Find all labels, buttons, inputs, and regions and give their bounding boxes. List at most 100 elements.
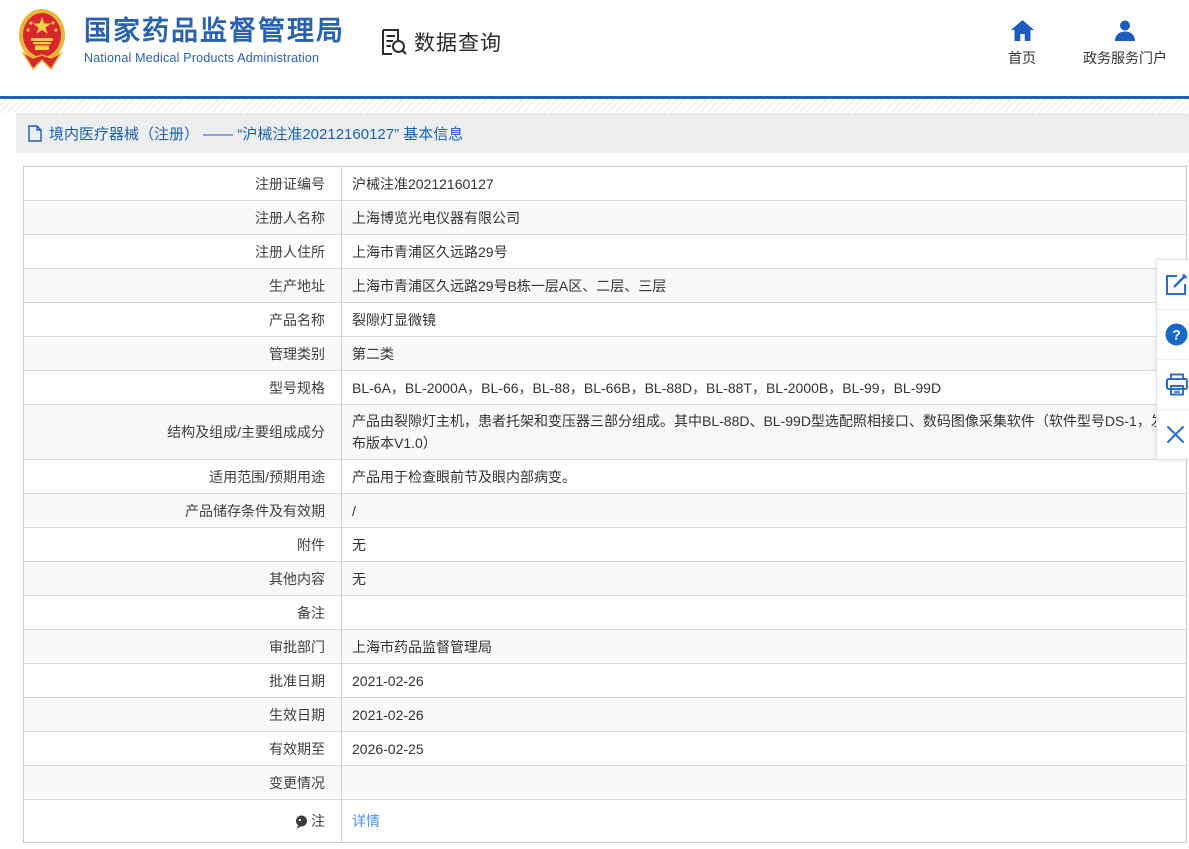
home-icon — [1010, 20, 1034, 41]
row-value: 沪械注准20212160127 — [342, 167, 1186, 200]
row-label: 生产地址 — [24, 269, 342, 302]
row-value-text: 沪械注准20212160127 — [352, 175, 494, 192]
national-emblem-icon — [18, 8, 66, 72]
registration-info-table: 注册证编号 沪械注准20212160127 注册人名称 上海博览光电仪器有限公司 注册人… — [23, 166, 1187, 843]
nav-item-home[interactable]: 首页 — [999, 20, 1045, 68]
row-label: 其他内容 — [24, 562, 342, 595]
table-row: 注册人名称 上海博览光电仪器有限公司 — [24, 200, 1186, 234]
row-label: 注册人名称 — [24, 201, 342, 234]
header: 国家药品监督管理局 National Medical Products Admi… — [0, 0, 1189, 96]
row-value — [342, 596, 1186, 629]
row-value: 上海市青浦区久远路29号B栋一层A区、二层、三层 — [342, 269, 1186, 302]
row-value-text: 详情 — [352, 813, 380, 829]
hatch-texture — [0, 99, 1189, 113]
help-button[interactable]: ? — [1157, 309, 1189, 359]
row-label: 注册人住所 — [24, 235, 342, 268]
table-row: 批准日期 2021-02-26 — [24, 663, 1186, 697]
row-value: 无 — [342, 562, 1186, 595]
row-value: 无 — [342, 528, 1186, 561]
table-row: 适用范围/预期用途 产品用于检查眼前节及眼内部病变。 — [24, 459, 1186, 493]
row-value-text: 2021-02-26 — [352, 672, 424, 689]
table-row: 型号规格 BL-6A，BL-2000A，BL-66，BL-88，BL-66B，BL… — [24, 370, 1186, 404]
print-button[interactable] — [1157, 359, 1189, 409]
table-row: 备注 — [24, 595, 1186, 629]
row-label-text: 适用范围/预期用途 — [209, 468, 325, 485]
svg-text:?: ? — [1172, 327, 1181, 343]
row-value-text: 第二类 — [352, 345, 394, 362]
row-label: 适用范围/预期用途 — [24, 460, 342, 493]
org-name-en: National Medical Products Administration — [84, 50, 320, 65]
row-label-text: 有效期至 — [269, 740, 325, 757]
user-icon — [1114, 20, 1136, 41]
row-label-text: 生效日期 — [269, 706, 325, 723]
row-label-text: 变更情况 — [269, 774, 325, 791]
edit-button[interactable] — [1157, 260, 1189, 309]
row-value-text: 上海市青浦区久远路29号B栋一层A区、二层、三层 — [352, 277, 667, 294]
row-value: BL-6A，BL-2000A，BL-66，BL-88，BL-66B，BL-88D… — [342, 371, 1186, 404]
site-logo[interactable]: 国家药品监督管理局 National Medical Products Admi… — [18, 8, 345, 72]
row-value-text: 无 — [352, 536, 366, 553]
row-value: / — [342, 494, 1186, 527]
breadcrumb: 境内医疗器械（注册） —— “沪械注准20212160127” 基本信息 — [16, 113, 1189, 153]
table-row: 变更情况 — [24, 765, 1186, 799]
row-label: 批准日期 — [24, 664, 342, 697]
row-value: 上海市药品监督管理局 — [342, 630, 1186, 663]
nav-item-portal[interactable]: 政务服务门户 — [1083, 20, 1167, 68]
row-value: 2021-02-26 — [342, 664, 1186, 697]
table-row: 注册证编号 沪械注准20212160127 — [24, 167, 1186, 200]
row-label: 审批部门 — [24, 630, 342, 663]
page: 国家药品监督管理局 National Medical Products Admi… — [0, 0, 1189, 849]
row-label-text: 产品储存条件及有效期 — [185, 502, 325, 519]
row-value-text: 上海博览光电仪器有限公司 — [352, 209, 520, 226]
row-value-text: 2021-02-26 — [352, 706, 424, 723]
table-row: 附件 无 — [24, 527, 1186, 561]
row-label: 管理类别 — [24, 337, 342, 370]
nav-label: 政务服务门户 — [1083, 50, 1167, 66]
row-label: 产品名称 — [24, 303, 342, 336]
row-label-text: 备注 — [297, 604, 325, 621]
row-value: 产品用于检查眼前节及眼内部病变。 — [342, 460, 1186, 493]
row-label-text: 注册人名称 — [255, 209, 325, 226]
row-label: 有效期至 — [24, 732, 342, 765]
row-value-text: 上海市青浦区久远路29号 — [352, 243, 508, 260]
edit-icon — [1165, 273, 1188, 296]
row-label-text: 管理类别 — [269, 345, 325, 362]
data-query-tab[interactable]: 数据查询 — [380, 27, 502, 57]
row-label-text: 产品名称 — [269, 311, 325, 328]
row-label: 注 — [24, 800, 342, 842]
table-row: 生产地址 上海市青浦区久远路29号B栋一层A区、二层、三层 — [24, 268, 1186, 302]
help-icon: ? — [1165, 323, 1188, 346]
note-balloon-icon — [295, 815, 308, 830]
row-value: 裂隙灯显微镜 — [342, 303, 1186, 336]
row-label-text: 注册人住所 — [255, 243, 325, 260]
table-row: 生效日期 2021-02-26 — [24, 697, 1186, 731]
table-row: 注册人住所 上海市青浦区久远路29号 — [24, 234, 1186, 268]
row-label-text: 其他内容 — [269, 570, 325, 587]
table-row: 结构及组成/主要组成成分 产品由裂隙灯主机，患者托架和变压器三部分组成。其中BL-… — [24, 404, 1186, 459]
row-value: 第二类 — [342, 337, 1186, 370]
row-value-text: / — [352, 502, 356, 519]
row-value-text: 无 — [352, 570, 366, 587]
row-label-text: 生产地址 — [269, 277, 325, 294]
table-row: 产品储存条件及有效期 / — [24, 493, 1186, 527]
table-row: 审批部门 上海市药品监督管理局 — [24, 629, 1186, 663]
detail-link[interactable]: 详情 — [342, 800, 1186, 842]
row-label: 型号规格 — [24, 371, 342, 404]
row-value-text: 上海市药品监督管理局 — [352, 638, 492, 655]
doc-search-icon — [380, 28, 407, 56]
data-query-label: 数据查询 — [414, 32, 502, 55]
row-label: 产品储存条件及有效期 — [24, 494, 342, 527]
table-row: 产品名称 裂隙灯显微镜 — [24, 302, 1186, 336]
row-label-text: 结构及组成/主要组成成分 — [167, 424, 325, 440]
org-names: 国家药品监督管理局 National Medical Products Admi… — [84, 16, 345, 65]
row-value-text: 产品用于检查眼前节及眼内部病变。 — [352, 468, 576, 485]
close-button[interactable] — [1157, 409, 1189, 459]
row-label-text: 型号规格 — [269, 379, 325, 396]
table-row: 有效期至 2026-02-25 — [24, 731, 1186, 765]
row-value: 上海博览光电仪器有限公司 — [342, 201, 1186, 234]
row-value-text: 2026-02-25 — [352, 740, 424, 757]
document-icon — [28, 124, 42, 142]
breadcrumb-text: 境内医疗器械（注册） —— “沪械注准20212160127” 基本信息 — [49, 125, 464, 143]
row-label: 备注 — [24, 596, 342, 629]
row-label: 注册证编号 — [24, 167, 342, 200]
